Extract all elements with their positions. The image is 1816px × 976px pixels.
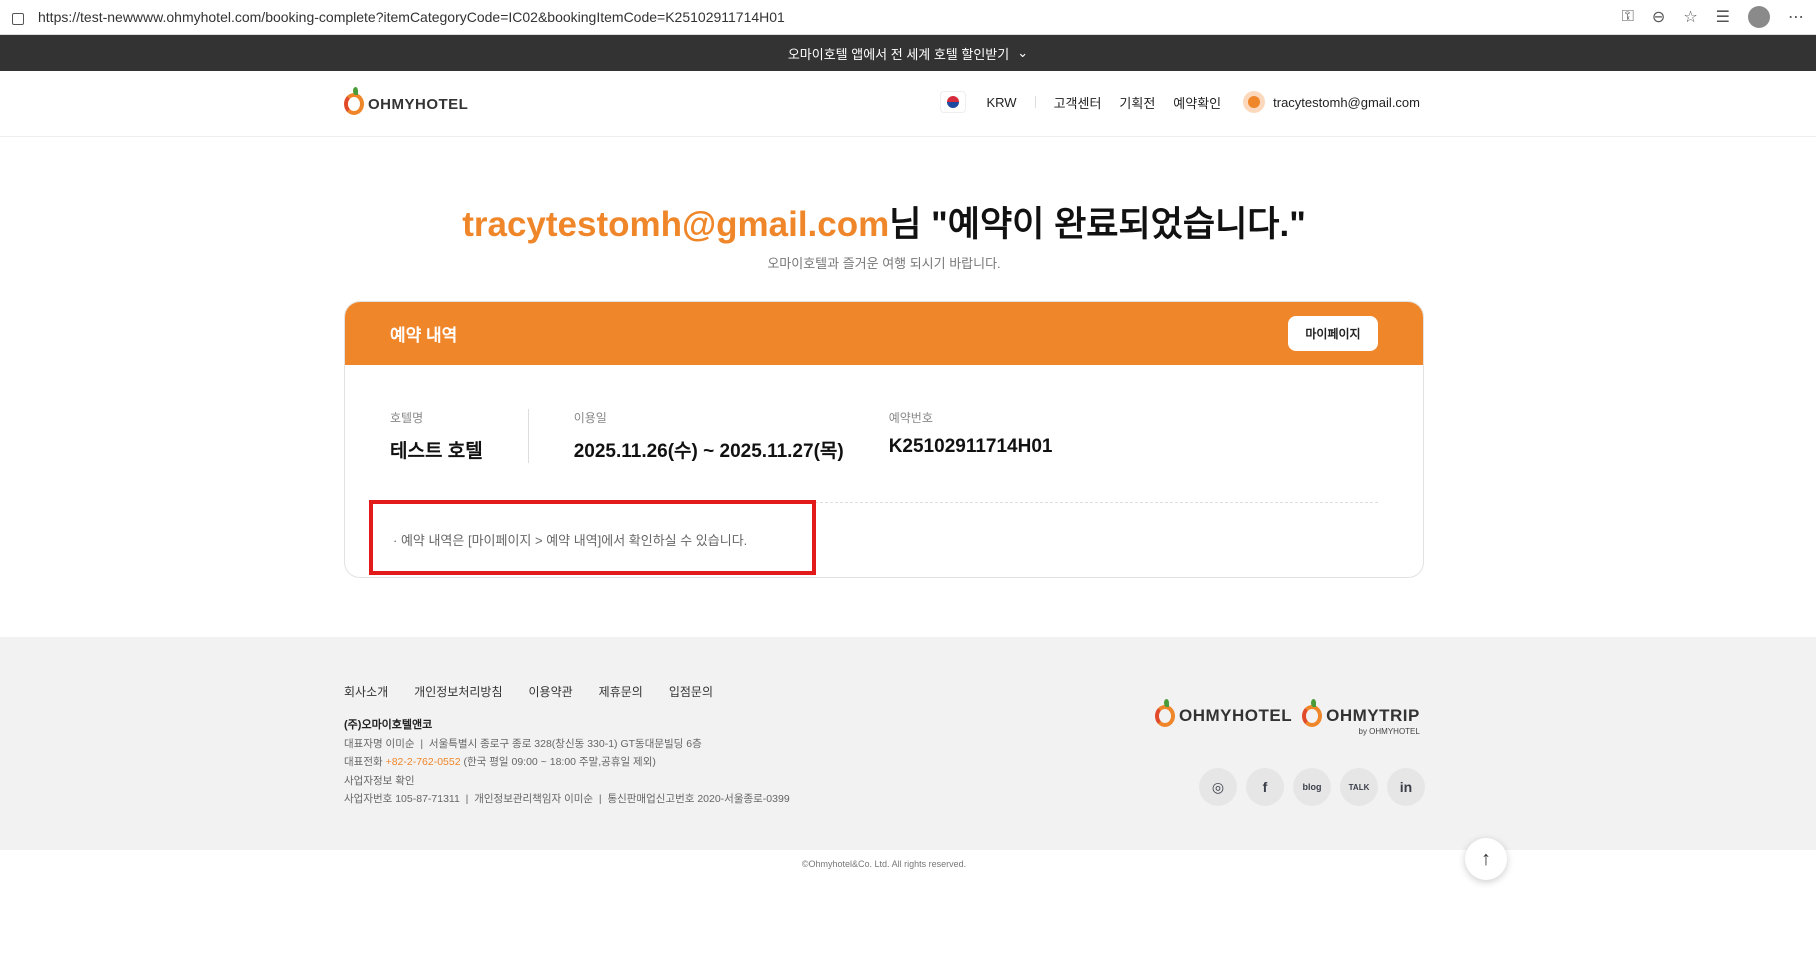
hotel-name: 테스트 호텔 — [390, 441, 483, 462]
app-promo-banner[interactable]: 오마이호텔 앱에서 전 세계 호텔 할인받기 ⌄ — [0, 35, 1816, 71]
logo-text: OHMYHOTEL — [1179, 706, 1293, 725]
booking-note: · 예약 내역은 [마이페이지 > 예약 내역]에서 확인하실 수 있습니다. — [369, 500, 816, 575]
hotel-label: 호텔명 — [390, 411, 424, 425]
phone-hours: (한국 평일 09:00 ~ 18:00 주말,공휴일 제외) — [460, 756, 656, 768]
stay-dates: 2025.11.26(수) ~ 2025.11.27(목) — [573, 441, 844, 462]
logo-subtext: by OHMYHOTEL — [1358, 727, 1420, 736]
lock-icon — [12, 12, 24, 25]
instagram-icon[interactable]: ◎ — [1199, 768, 1237, 806]
user-avatar-icon[interactable] — [1243, 91, 1266, 113]
title-email: tracytestomh@gmail.com — [462, 205, 890, 244]
key-icon[interactable]: ⚿ — [1622, 8, 1634, 26]
social-links: ◎ f blog TALK in — [1199, 768, 1425, 806]
footer-link-about[interactable]: 회사소개 — [344, 683, 388, 700]
url-text[interactable]: https://test-newwww.ohmyhotel.com/bookin… — [38, 9, 785, 25]
zoom-icon[interactable]: ⊖ — [1652, 7, 1665, 27]
promo-text[interactable]: 오마이호텔 앱에서 전 세계 호텔 할인받기 — [788, 44, 1009, 63]
browser-address-bar[interactable]: https://test-newwww.ohmyhotel.com/bookin… — [0, 0, 1816, 35]
nav-booking-check[interactable]: 예약확인 — [1173, 93, 1221, 112]
phone-label: 대표전화 — [344, 756, 386, 768]
phone-number[interactable]: +82-2-762-0552 — [386, 756, 461, 768]
booking-details-card: 예약 내역 마이페이지 호텔명테스트 호텔 이용일 2025.11.26(수) ~ … — [344, 301, 1424, 578]
page-subtitle: 오마이호텔과 즐거운 여행 되시기 바랍니다. — [767, 256, 1001, 271]
company-address: 대표자명 이미순 | 서울특별시 종로구 종로 328(창신동 330-1) G… — [344, 737, 702, 750]
chevron-down-icon[interactable]: ⌄ — [1017, 45, 1028, 61]
orange-logo-icon — [1155, 699, 1175, 727]
linkedin-icon[interactable]: in — [1387, 768, 1425, 806]
footer-link-vendor[interactable]: 입점문의 — [669, 683, 713, 700]
footer-link-terms[interactable]: 이용약관 — [529, 683, 573, 700]
page-title: tracytestomh@gmail.com님 "예약이 완료되었습니다." — [0, 196, 1768, 247]
logo-text: OHMYTRIP — [1326, 706, 1420, 725]
title-message: 님 "예약이 완료되었습니다." — [889, 205, 1306, 244]
divider — [1034, 96, 1036, 108]
korea-flag-icon[interactable] — [940, 91, 967, 113]
footer-link-partnership[interactable]: 제휴문의 — [599, 683, 643, 700]
booking-number: K25102911714H01 — [888, 436, 1053, 457]
footer-link-privacy[interactable]: 개인정보처리방침 — [414, 683, 502, 700]
kakaotalk-icon[interactable]: TALK — [1340, 768, 1378, 806]
date-label: 이용일 — [573, 411, 607, 425]
nav-customer-center[interactable]: 고객센터 — [1054, 93, 1102, 112]
business-info-link[interactable]: 사업자정보 확인 — [344, 772, 790, 791]
orange-logo-icon — [1302, 699, 1323, 727]
currency-selector[interactable]: KRW — [986, 95, 1016, 110]
logo-text: OHMYHOTEL — [368, 95, 469, 113]
card-title: 예약 내역 — [390, 326, 458, 345]
favorites-icon[interactable]: ☰ — [1716, 7, 1730, 27]
mypage-button[interactable]: 마이페이지 — [1288, 316, 1378, 351]
more-icon[interactable]: ⋯ — [1788, 7, 1804, 27]
ohmyhotel-footer-logo: OHMYHOTEL — [1155, 699, 1293, 727]
arrow-up-icon: ↑ — [1481, 847, 1491, 870]
footer: 회사소개 개인정보처리방침 이용약관 제휴문의 입점문의 (주)오마이호텔앤코 … — [0, 637, 1816, 850]
user-email[interactable]: tracytestomh@gmail.com — [1273, 95, 1420, 110]
star-icon[interactable]: ☆ — [1683, 7, 1697, 27]
company-name: (주)오마이호텔앤코 — [344, 719, 433, 731]
business-registration: 사업자번호 105-87-71311 | 개인정보관리책임자 이미순 | 통신판… — [344, 793, 790, 805]
ohmytrip-footer-logo: OHMYTRIP by OHMYHOTEL — [1302, 699, 1420, 736]
site-header: OHMYHOTEL KRW 고객센터 기획전 예약확인 tracytestomh… — [0, 71, 1816, 137]
booking-number-label: 예약번호 — [888, 411, 933, 425]
blog-icon[interactable]: blog — [1293, 768, 1331, 806]
site-logo[interactable]: OHMYHOTEL — [344, 87, 469, 115]
nav-promotions[interactable]: 기획전 — [1119, 93, 1155, 112]
facebook-icon[interactable]: f — [1246, 768, 1284, 806]
scroll-to-top-button[interactable]: ↑ — [1465, 838, 1507, 880]
profile-avatar[interactable] — [1748, 6, 1770, 28]
orange-logo-icon — [344, 87, 364, 115]
